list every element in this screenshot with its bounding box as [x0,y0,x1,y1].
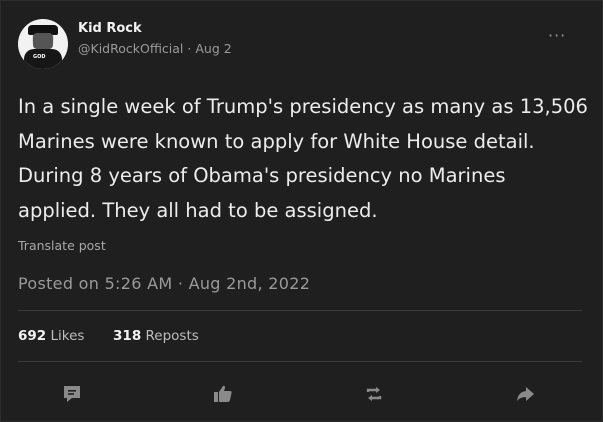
likes-label: Likes [50,328,85,344]
avatar-face [33,33,53,49]
author-name[interactable]: Kid Rock [78,21,142,36]
like-icon [214,385,232,402]
post-date[interactable]: Aug 2 [195,41,231,56]
reposts-label: Reposts [145,328,199,344]
post-text: In a single week of Trump's presidency a… [18,95,588,222]
divider-bottom [18,361,582,362]
reposts-count: 318 [113,328,142,344]
author-handle[interactable]: @KidRockOfficial [78,41,183,56]
author-avatar[interactable]: GOD [18,19,68,69]
post-card: GOD Kid Rock @KidRockOfficial · Aug 2 ··… [0,0,603,422]
reposts-stat[interactable]: 318 Reposts [113,328,199,344]
share-button[interactable] [512,381,538,407]
likes-count: 692 [18,328,47,344]
meta-separator: · [187,41,192,56]
like-button[interactable] [210,381,236,407]
avatar-shirt-text: GOD [33,54,46,60]
comment-icon [64,386,80,402]
comment-button[interactable] [59,381,85,407]
engagement-stats: 692 Likes 318 Reposts [18,328,199,344]
repost-icon [366,387,382,401]
more-options-button[interactable]: ··· [548,26,566,45]
author-meta: @KidRockOfficial · Aug 2 [78,41,232,56]
share-icon [517,387,534,401]
translate-post-link[interactable]: Translate post [18,238,106,253]
repost-button[interactable] [361,381,387,407]
divider-top [18,310,582,311]
posted-timestamp: Posted on 5:26 AM · Aug 2nd, 2022 [18,274,311,293]
likes-stat[interactable]: 692 Likes [18,328,89,344]
